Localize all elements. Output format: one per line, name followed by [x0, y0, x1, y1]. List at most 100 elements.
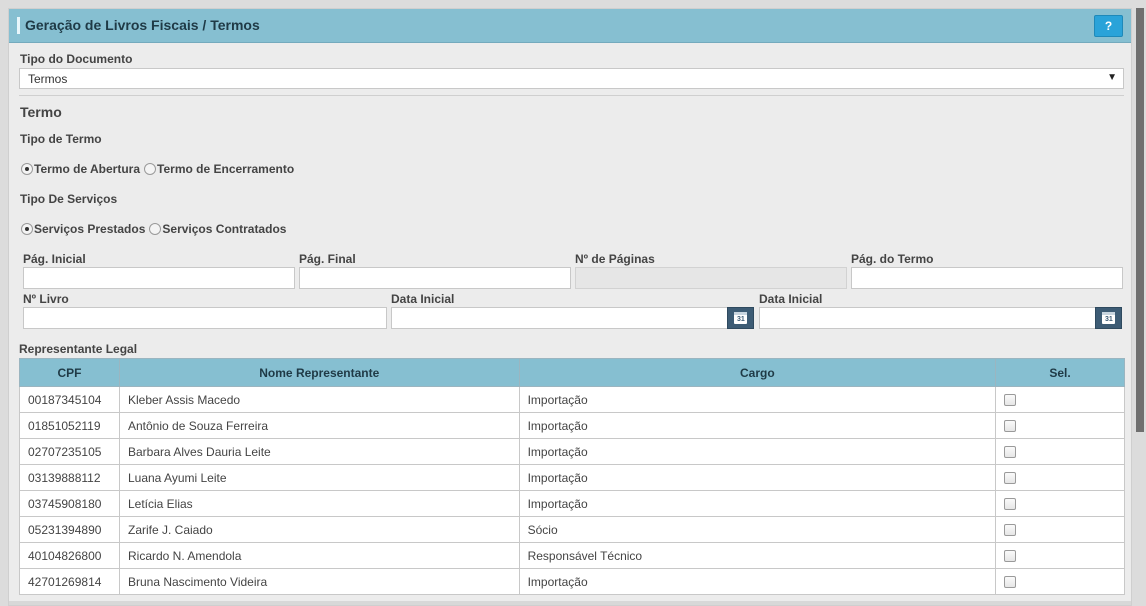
cargo-cell: Sócio	[518, 516, 997, 543]
column-header-sel[interactable]: Sel.	[995, 358, 1125, 387]
question-icon: ?	[1104, 19, 1113, 33]
divider	[19, 95, 1124, 96]
tipo-termo-label: Tipo de Termo	[20, 132, 102, 146]
panel-header: Geração de Livros Fiscais / Termos ?	[9, 9, 1131, 43]
cpf-cell: 02707235105	[19, 438, 120, 465]
data-inicial-2-label: Data Inicial	[759, 292, 823, 306]
header-accent	[17, 17, 20, 34]
nome-cell: Letícia Elias	[118, 490, 520, 517]
table-body: 00187345104 Kleber Assis Macedo Importação…	[19, 386, 1125, 595]
data-inicial-label: Data Inicial	[391, 292, 455, 306]
table-row[interactable]: 42701269814 Bruna Nascimento Videira Impor…	[19, 568, 1125, 595]
tipo-documento-value: Termos	[28, 72, 68, 86]
nome-cell: Zarife J. Caiado	[118, 516, 520, 543]
num-livro-label: Nº Livro	[23, 292, 69, 306]
pag-final-label: Pág. Final	[299, 252, 356, 266]
select-checkbox[interactable]	[1004, 498, 1017, 511]
table-row[interactable]: 03745908180 Letícia Elias Importação	[19, 490, 1125, 517]
radio-label: Serviços Contratados	[162, 222, 287, 236]
cpf-cell: 01851052119	[19, 412, 120, 439]
cargo-cell: Importação	[518, 464, 997, 491]
radio-label: Serviços Prestados	[34, 222, 146, 236]
calendar-button[interactable]: 31	[727, 307, 754, 329]
radio-servicos-contratados[interactable]: Serviços Contratados	[149, 222, 286, 236]
help-button[interactable]: ?	[1094, 15, 1123, 37]
cargo-cell: Responsável Técnico	[518, 542, 997, 569]
cargo-cell: Importação	[518, 568, 997, 595]
radio-circle[interactable]	[149, 223, 162, 235]
cpf-cell: 00187345104	[19, 386, 120, 413]
num-paginas-label: Nº de Páginas	[575, 252, 655, 266]
radio-label: Termo de Encerramento	[157, 162, 295, 176]
sel-cell	[995, 438, 1125, 465]
cpf-cell: 42701269814	[19, 568, 120, 595]
nome-cell: Antônio de Souza Ferreira	[118, 412, 520, 439]
cpf-cell: 40104826800	[19, 542, 120, 569]
representante-label: Representante Legal	[19, 342, 138, 356]
pag-inicial-label: Pág. Inicial	[23, 252, 86, 266]
radio-circle[interactable]	[21, 163, 33, 175]
sel-cell	[995, 542, 1125, 569]
radio-termo-encerramento[interactable]: Termo de Encerramento	[144, 162, 294, 176]
nome-cell: Bruna Nascimento Videira	[118, 568, 520, 595]
radio-label: Termo de Abertura	[34, 162, 141, 176]
table-row[interactable]: 01851052119 Antônio de Souza Ferreira Impo…	[19, 412, 1125, 439]
num-livro-input[interactable]	[23, 307, 387, 329]
tipo-documento-select[interactable]: Termos ▼	[19, 68, 1124, 89]
radio-circle[interactable]	[144, 163, 157, 175]
select-checkbox[interactable]	[1004, 472, 1017, 485]
column-header-cpf[interactable]: CPF	[19, 358, 120, 387]
pag-final-input[interactable]	[299, 267, 571, 289]
cargo-cell: Importação	[518, 386, 997, 413]
sel-cell	[995, 464, 1125, 491]
sel-cell	[995, 568, 1125, 595]
calendar-icon: 31	[734, 312, 747, 324]
nome-cell: Kleber Assis Macedo	[118, 386, 520, 413]
tipo-termo-radios: Termo de Abertura Termo de Encerramento	[21, 162, 298, 176]
pag-termo-input[interactable]	[851, 267, 1123, 289]
select-checkbox[interactable]	[1004, 446, 1017, 459]
sel-cell	[995, 490, 1125, 517]
select-checkbox[interactable]	[1004, 524, 1017, 537]
radio-servicos-prestados[interactable]: Serviços Prestados	[21, 222, 145, 236]
page-title: Geração de Livros Fiscais / Termos	[25, 17, 260, 33]
data-inicial-input[interactable]	[391, 307, 728, 329]
select-checkbox[interactable]	[1004, 394, 1017, 407]
column-header-cargo[interactable]: Cargo	[518, 358, 997, 387]
tipo-documento-label: Tipo do Documento	[20, 52, 133, 66]
radio-termo-abertura[interactable]: Termo de Abertura	[21, 162, 140, 176]
table-header-row: CPF Nome Representante Cargo Sel.	[19, 358, 1125, 387]
table-row[interactable]: 00187345104 Kleber Assis Macedo Importação	[19, 386, 1125, 413]
chevron-down-icon: ▼	[1107, 72, 1117, 83]
table-row[interactable]: 03139888112 Luana Ayumi Leite Importação	[19, 464, 1125, 491]
cargo-cell: Importação	[518, 412, 997, 439]
table-row[interactable]: 40104826800 Ricardo N. Amendola Responsáve…	[19, 542, 1125, 569]
sel-cell	[995, 516, 1125, 543]
cpf-cell: 03139888112	[19, 464, 120, 491]
cargo-cell: Importação	[518, 438, 997, 465]
main-panel: Geração de Livros Fiscais / Termos ? Tip…	[8, 8, 1132, 606]
select-checkbox[interactable]	[1004, 576, 1017, 589]
data-inicial-2-input[interactable]	[759, 307, 1096, 329]
calendar-button-2[interactable]: 31	[1095, 307, 1122, 329]
nome-cell: Ricardo N. Amendola	[118, 542, 520, 569]
bottom-edge	[9, 601, 1131, 605]
cpf-cell: 05231394890	[19, 516, 120, 543]
select-checkbox[interactable]	[1004, 550, 1017, 563]
scrollbar[interactable]	[1136, 8, 1144, 432]
nome-cell: Luana Ayumi Leite	[118, 464, 520, 491]
representante-table: CPF Nome Representante Cargo Sel. 001873…	[19, 358, 1125, 595]
radio-circle[interactable]	[21, 223, 33, 235]
sel-cell	[995, 386, 1125, 413]
table-row[interactable]: 02707235105 Barbara Alves Dauria Leite Imp…	[19, 438, 1125, 465]
tipo-servicos-label: Tipo De Serviços	[20, 192, 118, 206]
cargo-cell: Importação	[518, 490, 997, 517]
table-row[interactable]: 05231394890 Zarife J. Caiado Sócio	[19, 516, 1125, 543]
termo-section-title: Termo	[20, 104, 62, 120]
column-header-nome[interactable]: Nome Representante	[118, 358, 520, 387]
pag-inicial-input[interactable]	[23, 267, 295, 289]
pag-termo-label: Pág. do Termo	[851, 252, 934, 266]
calendar-icon: 31	[1102, 312, 1115, 324]
select-checkbox[interactable]	[1004, 420, 1017, 433]
num-paginas-input	[575, 267, 847, 289]
